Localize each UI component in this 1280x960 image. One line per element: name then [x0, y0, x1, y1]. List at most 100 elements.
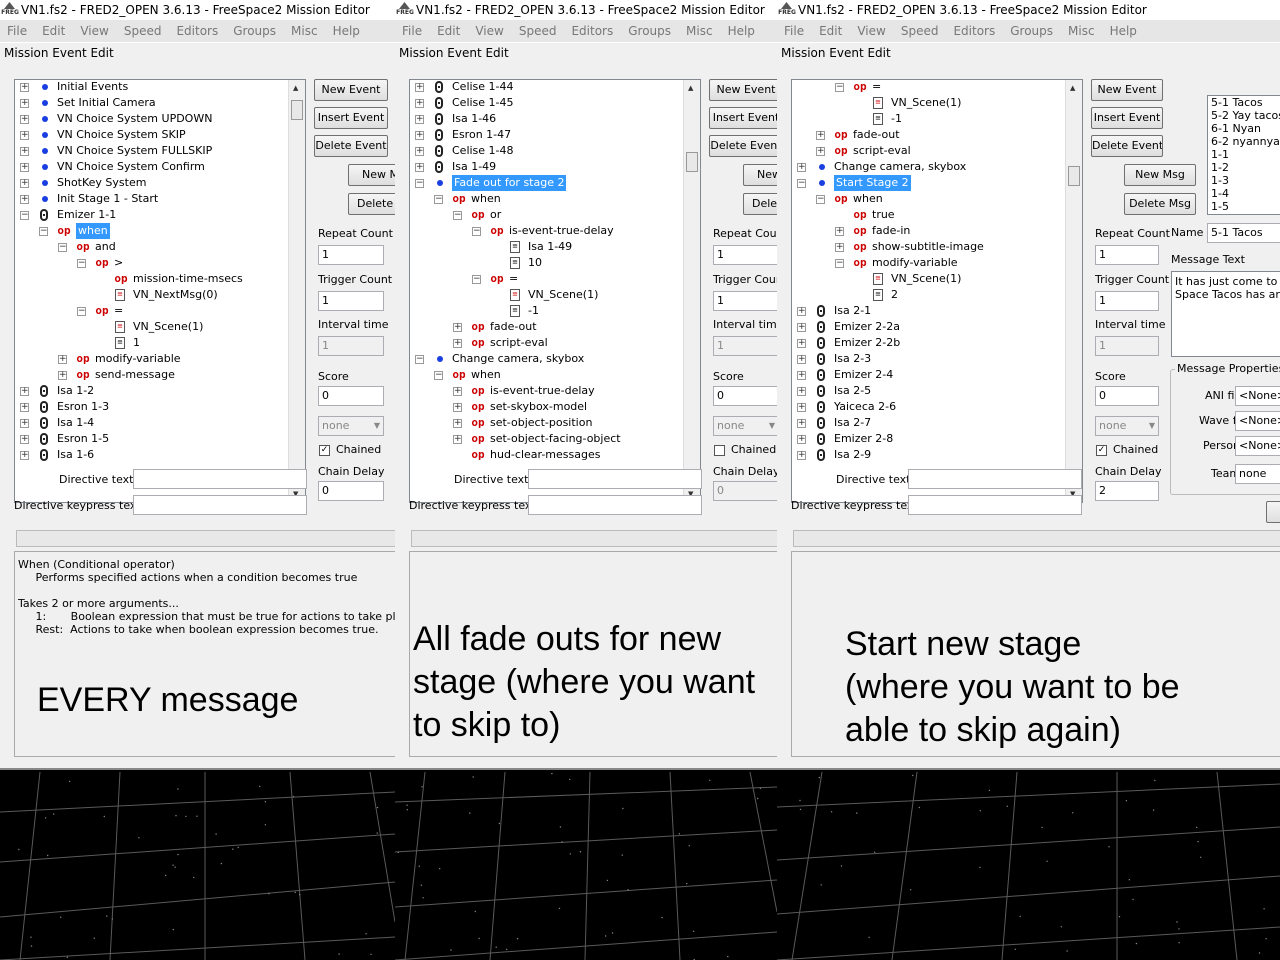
- tree-node[interactable]: ≡ Isa 1-49: [410, 239, 683, 255]
- expand-icon[interactable]: +: [58, 355, 67, 364]
- tree-scrollbar[interactable]: ▲ ▼: [288, 80, 305, 502]
- message-item[interactable]: 6-2 nyannyan: [1208, 135, 1280, 148]
- expand-icon[interactable]: +: [20, 83, 29, 92]
- tree-node[interactable]: − op =: [792, 80, 1065, 95]
- persona-select[interactable]: <None>: [1235, 436, 1280, 456]
- tree-node[interactable]: ≡ 1: [15, 335, 288, 351]
- collapse-icon[interactable]: −: [835, 83, 844, 92]
- menu-edit[interactable]: Edit: [437, 24, 460, 38]
- tree-node[interactable]: + Isa 2-5: [792, 383, 1065, 399]
- collapse-icon[interactable]: −: [797, 179, 806, 188]
- collapse-icon[interactable]: −: [453, 211, 462, 220]
- tree-node[interactable]: + Isa 2-9: [792, 447, 1065, 463]
- expand-icon[interactable]: +: [20, 195, 29, 204]
- tree-node[interactable]: − op when: [410, 367, 683, 383]
- expand-icon[interactable]: +: [20, 403, 29, 412]
- tree-node[interactable]: + Emizer 2-8: [792, 431, 1065, 447]
- insert-event-button[interactable]: Insert Event: [314, 107, 388, 129]
- menu-groups[interactable]: Groups: [1010, 24, 1053, 38]
- ani-file-select[interactable]: <None>: [1235, 386, 1280, 406]
- tree-node[interactable]: + Set Initial Camera: [15, 95, 288, 111]
- expand-icon[interactable]: +: [797, 355, 806, 364]
- tree-node[interactable]: − Emizer 1-1: [15, 207, 288, 223]
- tree-node[interactable]: op true: [792, 207, 1065, 223]
- tree-node[interactable]: ≡ 2: [792, 287, 1065, 303]
- menu-misc[interactable]: Misc: [686, 24, 713, 38]
- tree-node[interactable]: + Esron 1-5: [15, 431, 288, 447]
- tree-node[interactable]: − op =: [410, 271, 683, 287]
- insert-event-button[interactable]: Insert Event: [1091, 107, 1163, 129]
- expand-icon[interactable]: +: [453, 403, 462, 412]
- tree-node[interactable]: + VN Choice System Confirm: [15, 159, 288, 175]
- expand-icon[interactable]: +: [453, 339, 462, 348]
- menu-edit[interactable]: Edit: [819, 24, 842, 38]
- menu-view[interactable]: View: [857, 24, 885, 38]
- chained-checkbox[interactable]: ✓: [1096, 445, 1107, 456]
- tree-node[interactable]: op hud-clear-messages: [410, 447, 683, 463]
- expand-icon[interactable]: +: [20, 435, 29, 444]
- collapse-icon[interactable]: −: [77, 259, 86, 268]
- tree-node[interactable]: + op script-eval: [410, 335, 683, 351]
- tree-node[interactable]: ≡ VN_Scene(1): [15, 319, 288, 335]
- expand-icon[interactable]: +: [453, 419, 462, 428]
- tree-node[interactable]: + op fade-in: [792, 223, 1065, 239]
- new-event-button[interactable]: New Event: [1091, 79, 1163, 101]
- tree-node[interactable]: ≡ VN_Scene(1): [410, 287, 683, 303]
- menu-editors[interactable]: Editors: [176, 24, 218, 38]
- menu-file[interactable]: File: [402, 24, 422, 38]
- tree-node[interactable]: + Change camera, skybox: [792, 159, 1065, 175]
- menu-file[interactable]: File: [784, 24, 804, 38]
- delete-msg-button[interactable]: Delete Msg: [1124, 193, 1196, 215]
- tree-node[interactable]: + Emizer 2-2b: [792, 335, 1065, 351]
- expand-icon[interactable]: +: [20, 99, 29, 108]
- menu-groups[interactable]: Groups: [233, 24, 276, 38]
- interval-time-field[interactable]: 1: [318, 336, 384, 356]
- tree-node[interactable]: − Change camera, skybox: [410, 351, 683, 367]
- message-team-select[interactable]: none: [1235, 464, 1280, 484]
- expand-icon[interactable]: +: [816, 147, 825, 156]
- scroll-thumb[interactable]: [686, 152, 698, 172]
- event-tree[interactable]: ▲ ▼ + Celise 1-44 + Celise 1-45 + Isa 1-46 + Es…: [409, 79, 701, 503]
- menu-editors[interactable]: Editors: [571, 24, 613, 38]
- directive-keypress-field[interactable]: [908, 495, 1082, 515]
- expand-icon[interactable]: +: [415, 99, 424, 108]
- tree-node[interactable]: + VN Choice System UPDOWN: [15, 111, 288, 127]
- wave-file-select[interactable]: <None>: [1235, 411, 1280, 431]
- delete-msg-button[interactable]: Delete Msg: [743, 193, 777, 215]
- menu-view[interactable]: View: [80, 24, 108, 38]
- tree-scrollbar[interactable]: ▲ ▼: [683, 80, 700, 502]
- tree-node[interactable]: + Esron 1-47: [410, 127, 683, 143]
- menu-groups[interactable]: Groups: [628, 24, 671, 38]
- tree-node[interactable]: + Isa 1-6: [15, 447, 288, 463]
- expand-icon[interactable]: +: [20, 131, 29, 140]
- expand-icon[interactable]: +: [415, 83, 424, 92]
- tree-node[interactable]: ≡ 10: [410, 255, 683, 271]
- collapse-icon[interactable]: −: [472, 275, 481, 284]
- collapse-icon[interactable]: −: [415, 355, 424, 364]
- trigger-count-field[interactable]: 1: [1095, 291, 1159, 311]
- message-extra-button[interactable]: [1266, 501, 1280, 523]
- menu-speed[interactable]: Speed: [519, 24, 557, 38]
- repeat-count-field[interactable]: 1: [318, 245, 384, 265]
- menu-file[interactable]: File: [7, 24, 27, 38]
- expand-icon[interactable]: +: [797, 451, 806, 460]
- tree-node[interactable]: + op send-message: [15, 367, 288, 383]
- tree-node[interactable]: + Emizer 2-2a: [792, 319, 1065, 335]
- chained-checkbox[interactable]: [714, 445, 725, 456]
- expand-icon[interactable]: +: [797, 323, 806, 332]
- insert-event-button[interactable]: Insert Event: [709, 107, 777, 129]
- tree-node[interactable]: ≡ VN_Scene(1): [792, 271, 1065, 287]
- scroll-up-icon[interactable]: ▲: [688, 84, 693, 92]
- tree-node[interactable]: + op set-skybox-model: [410, 399, 683, 415]
- message-text-field[interactable]: It has just come to my Space Tacos has a…: [1171, 271, 1280, 357]
- chain-delay-field[interactable]: 0: [318, 481, 384, 501]
- tree-node[interactable]: + Celise 1-48: [410, 143, 683, 159]
- chain-delay-field[interactable]: 0: [713, 481, 777, 501]
- delete-msg-button[interactable]: Delete Msg: [348, 193, 395, 215]
- tree-node[interactable]: + Celise 1-45: [410, 95, 683, 111]
- expand-icon[interactable]: +: [797, 339, 806, 348]
- collapse-icon[interactable]: −: [77, 307, 86, 316]
- delete-event-button[interactable]: Delete Event: [1091, 135, 1163, 157]
- directive-text-field[interactable]: [528, 469, 702, 489]
- scroll-up-icon[interactable]: ▲: [293, 84, 298, 92]
